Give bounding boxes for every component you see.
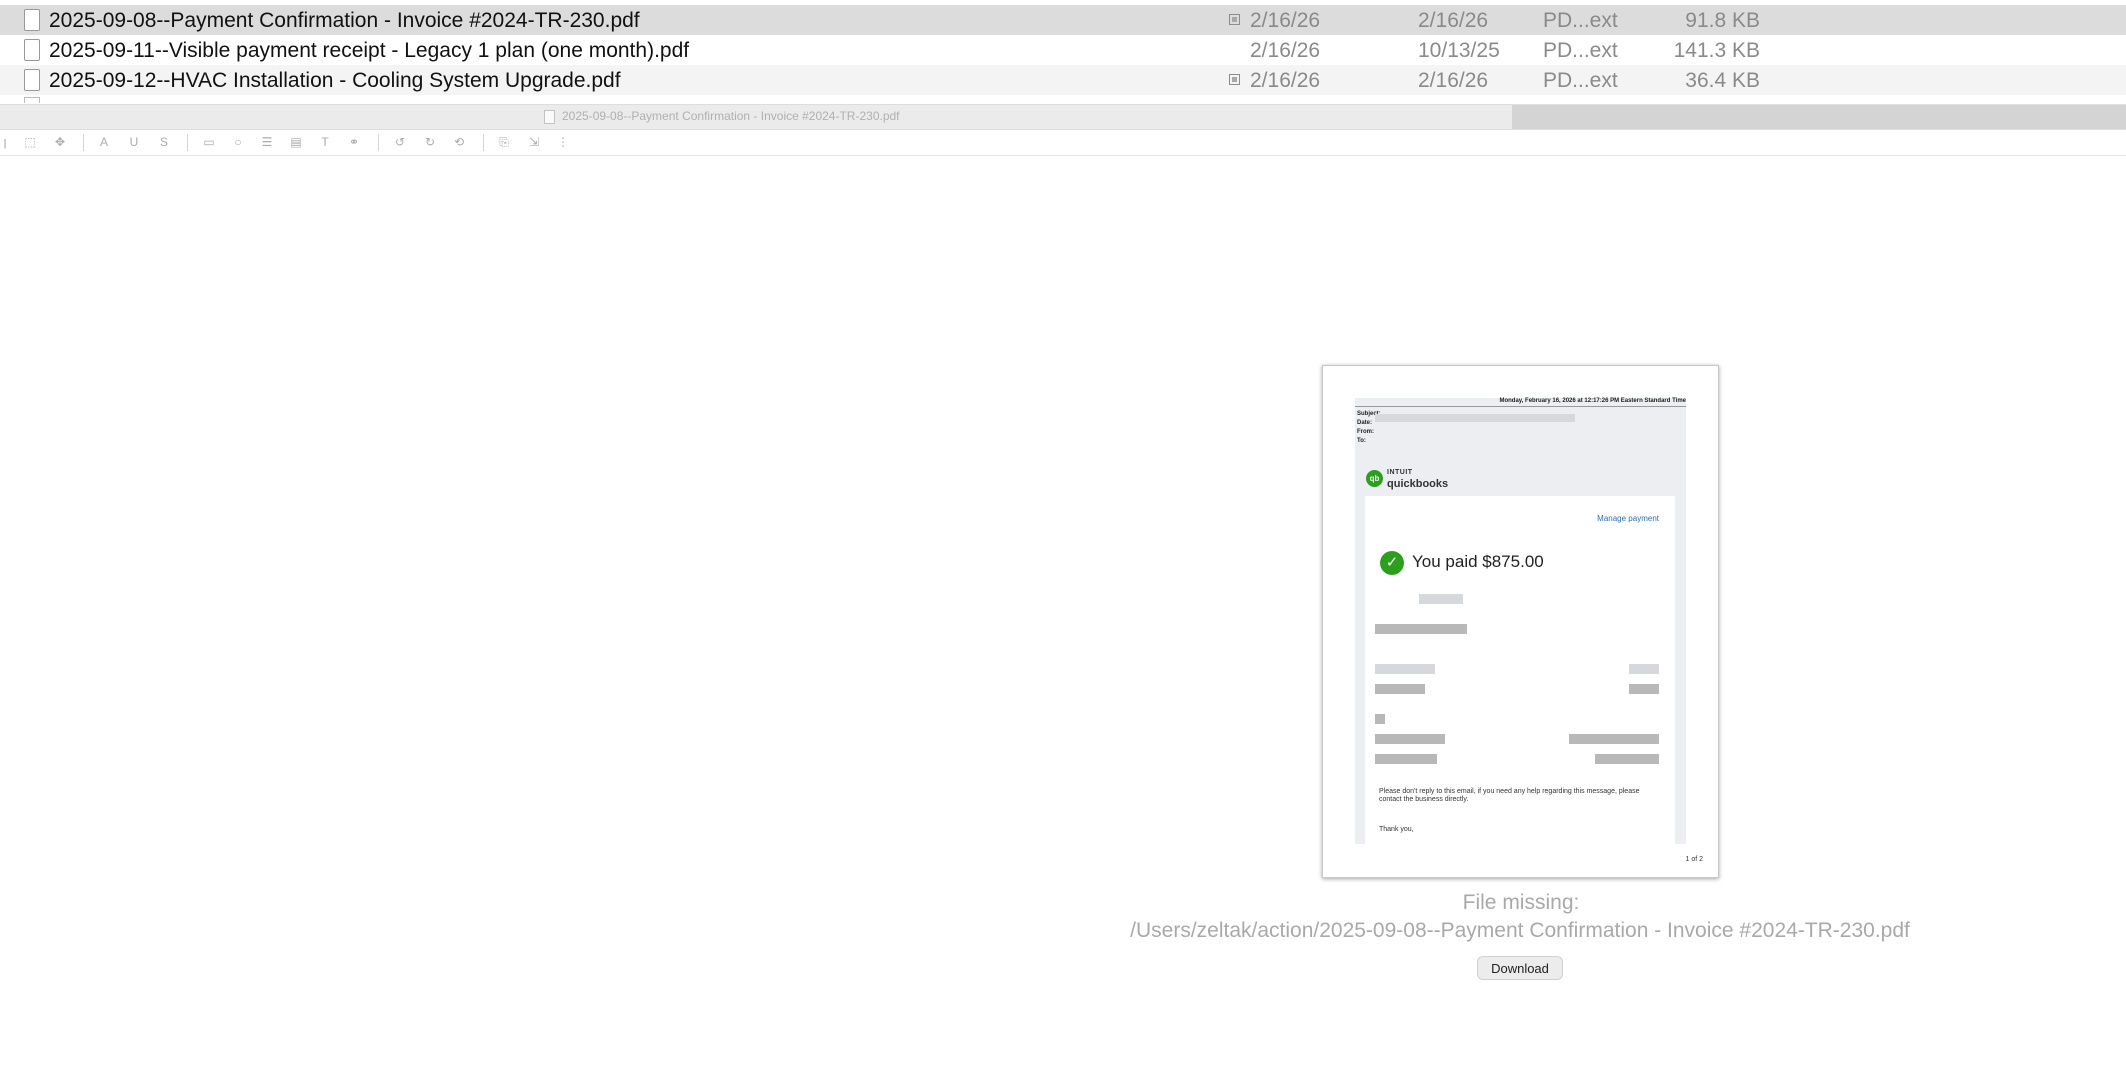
file-name: 2025-09-12--HVAC Installation - Cooling … <box>49 69 621 92</box>
pdf-file-icon <box>24 69 40 91</box>
redacted-line <box>1629 684 1659 694</box>
redacted-line <box>1629 664 1659 674</box>
page-count: 1 of 2 <box>1685 856 1703 863</box>
meta-label-from: From: <box>1357 429 1374 435</box>
file-list: 2025-09-08--Payment Confirmation - Invoi… <box>0 0 2126 103</box>
check-circle-icon: ✓ <box>1380 551 1404 575</box>
redacted-line <box>1419 594 1463 604</box>
move-icon[interactable]: ✥ <box>53 135 67 149</box>
preview-page: Monday, February 16, 2026 at 12:17:26 PM… <box>1355 398 1686 844</box>
viewer-title-bar: 2025-09-08--Payment Confirmation - Invoi… <box>0 104 2126 130</box>
rotate-right-icon[interactable]: ↻ <box>423 135 437 149</box>
title-bar-empty-area <box>1512 105 2126 129</box>
redacted-line <box>1375 664 1435 674</box>
email-date: Monday, February 16, 2026 at 12:17:26 PM… <box>1499 398 1686 404</box>
file-name: 2025-09-11--Visible payment receipt - Le… <box>49 39 690 62</box>
viewer-title: 2025-09-08--Payment Confirmation - Invoi… <box>562 109 900 123</box>
note-icon[interactable]: ▤ <box>289 135 303 149</box>
brand-name: quickbooks <box>1387 478 1449 490</box>
redacted-line <box>1375 754 1437 764</box>
highlight-icon[interactable]: A <box>97 135 111 149</box>
brand-top: INTUIT <box>1387 469 1413 476</box>
download-button[interactable]: Download <box>1478 957 1562 979</box>
table-row[interactable]: 2025-09-08--Payment Confirmation - Invoi… <box>0 5 2126 35</box>
rotate-left-icon[interactable]: ↺ <box>393 135 407 149</box>
redacted-line <box>1595 754 1659 764</box>
insert-page-icon[interactable]: ⎘ <box>497 135 511 149</box>
strikethrough-icon[interactable]: S <box>157 135 171 149</box>
file-name: 2025-09-08--Payment Confirmation - Invoi… <box>49 9 640 32</box>
textbox-icon[interactable]: T <box>318 135 332 149</box>
meta-label-date: Date: <box>1357 420 1373 426</box>
attachment-icon <box>1229 14 1240 25</box>
meta-label-to: To: <box>1357 438 1366 444</box>
flip-icon[interactable]: ⟲ <box>452 135 466 149</box>
thanks-text: Thank you, <box>1379 826 1414 833</box>
file-missing-path: /Users/zeltak/action/2025-09-08--Payment… <box>1130 919 1910 942</box>
pdf-file-icon <box>24 9 40 31</box>
date-created: 2/16/26 <box>1250 39 1321 62</box>
quickbooks-logo-icon: qb <box>1366 470 1383 487</box>
row-partial-bottom <box>24 97 40 103</box>
file-missing-label: File missing: <box>1462 891 1580 914</box>
annotation-toolbar: ꞁ ⬚ ✥ A U S ▭ ○ ☰ ▤ T ⚭ ↺ ↻ ⟲ ⎘ ⇲ ⋮ <box>0 129 2126 156</box>
rectangle-icon[interactable]: ▭ <box>202 135 216 149</box>
file-size: 36.4 KB <box>1685 69 1760 92</box>
date-created: 2/16/26 <box>1250 69 1321 92</box>
file-size: 141.3 KB <box>1673 39 1760 62</box>
file-kind: PD...ext <box>1543 9 1618 32</box>
extract-page-icon[interactable]: ⇲ <box>527 135 541 149</box>
pdf-file-icon <box>24 39 40 61</box>
table-row[interactable]: 2025-09-12--HVAC Installation - Cooling … <box>0 65 2126 95</box>
split-icon[interactable]: ⋮ <box>556 135 570 149</box>
date-modified: 10/13/25 <box>1418 39 1500 62</box>
file-kind: PD...ext <box>1543 39 1618 62</box>
date-modified: 2/16/26 <box>1418 9 1489 32</box>
redacted-meta <box>1375 414 1575 422</box>
redacted-line <box>1569 734 1659 744</box>
document-icon <box>544 110 555 124</box>
table-row[interactable]: 2025-09-11--Visible payment receipt - Le… <box>0 35 2126 65</box>
line-icon[interactable]: ☰ <box>260 135 274 149</box>
file-kind: PD...ext <box>1543 69 1618 92</box>
date-created: 2/16/26 <box>1250 9 1321 32</box>
manage-payment-link: Manage payment <box>1597 514 1659 523</box>
redacted-line <box>1375 734 1445 744</box>
rect-select-icon[interactable]: ⬚ <box>23 135 37 149</box>
redacted-line <box>1375 684 1425 694</box>
pdf-preview-thumbnail: Monday, February 16, 2026 at 12:17:26 PM… <box>1322 365 1719 878</box>
text-select-icon[interactable]: ꞁ <box>0 135 12 149</box>
attachment-icon <box>1229 74 1240 85</box>
underline-icon[interactable]: U <box>127 135 141 149</box>
paid-amount-text: You paid $875.00 <box>1412 552 1544 571</box>
circle-icon[interactable]: ○ <box>231 135 245 149</box>
file-size: 91.8 KB <box>1685 9 1760 32</box>
link-icon[interactable]: ⚭ <box>347 135 361 149</box>
date-modified: 2/16/26 <box>1418 69 1489 92</box>
redacted-line <box>1375 624 1467 634</box>
notice-text: Please don't reply to this email, if you… <box>1379 788 1640 803</box>
email-body-card: Manage payment ✓ You paid $875.00 Please… <box>1365 496 1675 844</box>
redacted-line <box>1375 714 1385 724</box>
